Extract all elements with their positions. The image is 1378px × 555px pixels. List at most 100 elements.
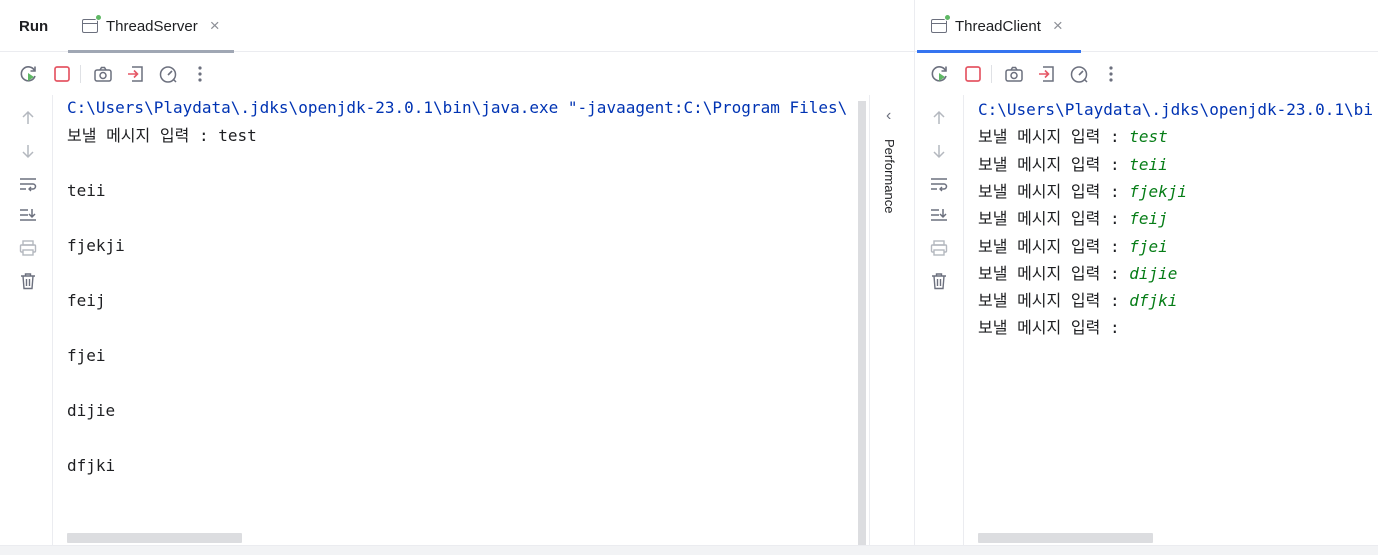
trash-icon bbox=[21, 273, 35, 290]
clear-all-button[interactable] bbox=[17, 270, 39, 292]
previous-occurrence-button[interactable] bbox=[17, 107, 39, 129]
profiler-button[interactable] bbox=[1068, 63, 1090, 85]
soft-wrap-icon bbox=[20, 178, 37, 192]
console-line: 보낼 메시지 입력 : fjei bbox=[978, 236, 1168, 258]
clear-all-button[interactable] bbox=[928, 270, 950, 292]
user-input-text: fjekji bbox=[1129, 181, 1188, 201]
console-line: fjei bbox=[67, 345, 106, 365]
horizontal-scrollbar[interactable] bbox=[67, 533, 242, 543]
run-config-icon bbox=[931, 14, 951, 33]
rerun-icon bbox=[20, 66, 36, 82]
print-button[interactable] bbox=[17, 237, 39, 259]
vertical-scrollbar[interactable] bbox=[858, 101, 866, 545]
console-line: 보낼 메시지 입력 : test bbox=[67, 125, 257, 145]
performance-label: Performance bbox=[882, 139, 897, 214]
camera-icon bbox=[94, 66, 112, 82]
tab-threadclient[interactable]: ThreadClient × bbox=[917, 0, 1081, 53]
next-occurrence-button[interactable] bbox=[928, 140, 950, 162]
chevron-left-icon[interactable]: ‹ bbox=[886, 107, 891, 125]
console-prompt: 보낼 메시지 입력 : bbox=[978, 154, 1130, 174]
dump-threads-button[interactable] bbox=[1003, 63, 1025, 85]
tab-label: ThreadServer bbox=[106, 17, 198, 35]
stop-icon bbox=[965, 66, 981, 82]
client-run-pane: ThreadClient × C:\Users\Playdata\.jdks\o… bbox=[914, 0, 1378, 545]
user-input-text: dfjki bbox=[1129, 291, 1178, 311]
dump-threads-button[interactable] bbox=[92, 63, 114, 85]
console-prompt: 보낼 메시지 입력 : bbox=[978, 209, 1130, 229]
console-prompt: 보낼 메시지 입력 : bbox=[978, 127, 1130, 147]
user-input-text: fjei bbox=[1129, 236, 1168, 256]
console-line: C:\Users\Playdata\.jdks\openjdk-23.0.1\b… bbox=[978, 99, 1373, 121]
scroll-to-end-icon bbox=[931, 209, 947, 221]
camera-icon bbox=[1005, 66, 1023, 82]
scroll-to-end-button[interactable] bbox=[928, 205, 950, 227]
tab-threadserver[interactable]: ThreadServer × bbox=[68, 0, 234, 53]
soft-wrap-button[interactable] bbox=[17, 173, 39, 195]
console-prompt: C:\Users\Playdata\.jdks\openjdk-23.0.1\b… bbox=[978, 100, 1373, 119]
more-icon bbox=[1109, 66, 1113, 82]
console-line: C:\Users\Playdata\.jdks\openjdk-23.0.1\b… bbox=[67, 98, 848, 117]
console-prompt: 보낼 메시지 입력 : bbox=[978, 318, 1130, 338]
more-button[interactable] bbox=[1100, 63, 1122, 85]
rerun-button[interactable] bbox=[929, 63, 951, 85]
console-line: dfjki bbox=[67, 455, 116, 475]
right-console-gutter bbox=[915, 95, 964, 545]
console-line: dijie bbox=[67, 400, 116, 420]
arrow-down-icon bbox=[933, 145, 945, 159]
exit-icon bbox=[1039, 66, 1054, 82]
console-line: 보낼 메시지 입력 : dfjki bbox=[978, 290, 1177, 312]
console-line: 보낼 메시지 입력 : bbox=[978, 317, 1129, 339]
speedometer-icon bbox=[159, 66, 177, 83]
more-button[interactable] bbox=[189, 63, 211, 85]
close-icon[interactable]: × bbox=[1053, 16, 1063, 36]
soft-wrap-button[interactable] bbox=[928, 173, 950, 195]
console-prompt: 보낼 메시지 입력 : bbox=[978, 181, 1130, 201]
console-line: 보낼 메시지 입력 : fjekji bbox=[978, 181, 1187, 203]
exit-icon bbox=[128, 66, 143, 82]
rerun-button[interactable] bbox=[18, 63, 40, 85]
right-tab-bar: ThreadClient × bbox=[915, 0, 1378, 53]
console-line: fjekji bbox=[67, 235, 125, 255]
console-line: 보낼 메시지 입력 : test bbox=[978, 126, 1168, 148]
scroll-to-end-button[interactable] bbox=[17, 205, 39, 227]
more-icon bbox=[198, 66, 202, 82]
left-tab-bar: Run ThreadServer × bbox=[0, 0, 914, 53]
console-prompt: 보낼 메시지 입력 : bbox=[978, 263, 1130, 283]
console-line: 보낼 메시지 입력 : dijie bbox=[978, 263, 1177, 285]
right-toolbar bbox=[915, 52, 1378, 95]
run-config-icon bbox=[82, 14, 102, 33]
user-input-text: feij bbox=[1129, 209, 1168, 229]
trash-icon bbox=[932, 273, 946, 290]
console-line: feij bbox=[67, 290, 106, 310]
exit-button[interactable] bbox=[125, 63, 147, 85]
print-icon bbox=[19, 240, 37, 256]
console-line: teii bbox=[67, 180, 106, 200]
exit-button[interactable] bbox=[1036, 63, 1058, 85]
stop-button[interactable] bbox=[51, 63, 73, 85]
arrow-up-icon bbox=[933, 110, 945, 124]
console-prompt: 보낼 메시지 입력 : bbox=[978, 291, 1130, 311]
client-console-output[interactable]: C:\Users\Playdata\.jdks\openjdk-23.0.1\b… bbox=[964, 95, 1378, 545]
server-run-pane: Run ThreadServer × C:\Users\Playdata\.jd… bbox=[0, 0, 914, 545]
stop-icon bbox=[54, 66, 70, 82]
user-input-text: teii bbox=[1129, 154, 1168, 174]
scroll-to-end-icon bbox=[20, 209, 36, 221]
console-line: 보낼 메시지 입력 : teii bbox=[978, 154, 1168, 176]
speedometer-icon bbox=[1070, 66, 1088, 83]
horizontal-scrollbar[interactable] bbox=[978, 533, 1153, 543]
close-icon[interactable]: × bbox=[210, 16, 220, 36]
performance-side-panel[interactable]: ‹ Performance bbox=[869, 95, 914, 545]
arrow-down-icon bbox=[22, 145, 34, 159]
server-console-output[interactable]: C:\Users\Playdata\.jdks\openjdk-23.0.1\b… bbox=[53, 95, 857, 545]
console-line: 보낼 메시지 입력 : feij bbox=[978, 208, 1168, 230]
run-panel-title: Run bbox=[19, 18, 49, 35]
console-prompt: 보낼 메시지 입력 : bbox=[978, 236, 1130, 256]
stop-button[interactable] bbox=[962, 63, 984, 85]
print-button[interactable] bbox=[928, 237, 950, 259]
status-bar bbox=[0, 545, 1378, 555]
previous-occurrence-button[interactable] bbox=[928, 107, 950, 129]
tab-label: ThreadClient bbox=[955, 17, 1041, 35]
next-occurrence-button[interactable] bbox=[17, 140, 39, 162]
rerun-icon bbox=[931, 66, 947, 82]
profiler-button[interactable] bbox=[157, 63, 179, 85]
